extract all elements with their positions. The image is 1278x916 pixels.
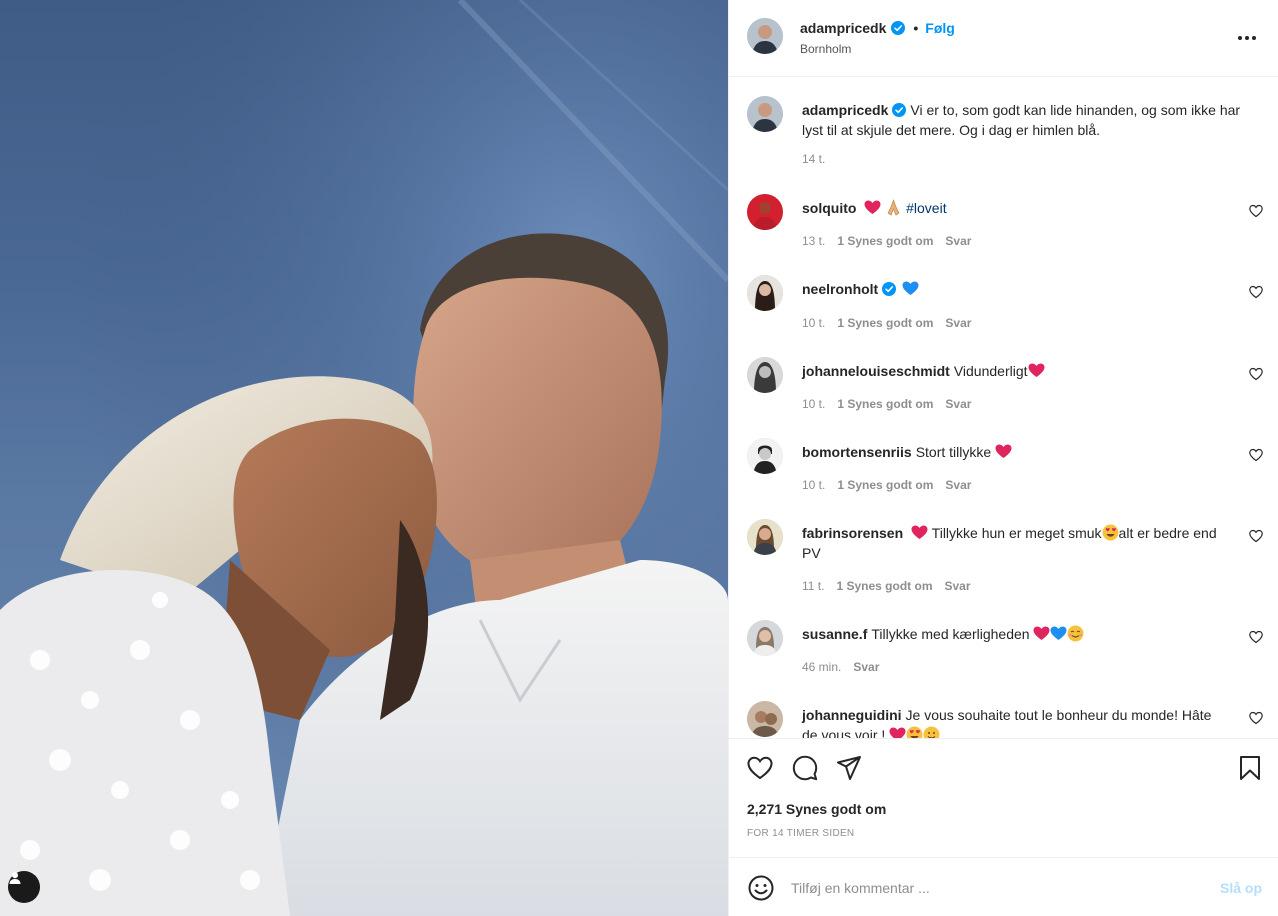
comment-time[interactable]: 10 t. [802, 478, 825, 492]
heart-icon[interactable] [747, 755, 773, 781]
comment-text: Stort tillykke [915, 444, 992, 460]
red-heart-emoji [995, 444, 1012, 458]
commenter-avatar[interactable] [747, 519, 783, 555]
comment-hashtag[interactable]: #loveit [906, 200, 946, 216]
reply-button[interactable]: Svar [945, 316, 971, 330]
likes-count[interactable]: 2,271 Synes godt om [747, 801, 886, 817]
share-icon[interactable] [836, 755, 862, 781]
post-comment-button[interactable]: Slå op [1220, 880, 1262, 896]
tagged-users-button[interactable] [8, 871, 40, 903]
more-options-icon[interactable] [1235, 26, 1259, 50]
red-heart-emoji [864, 200, 881, 214]
comment-time[interactable]: 10 t. [802, 397, 825, 411]
commenter-avatar[interactable] [747, 357, 783, 393]
caption-time[interactable]: 14 t. [802, 152, 825, 166]
comment-like-icon[interactable] [1249, 711, 1263, 725]
author-avatar[interactable] [747, 96, 783, 132]
author-avatar[interactable] [747, 18, 783, 54]
verified-badge-icon [891, 21, 906, 35]
praying-hands-emoji [887, 199, 900, 216]
comment-time[interactable]: 10 t. [802, 316, 825, 330]
heart-eyes-emoji [1102, 524, 1119, 541]
comment-likes[interactable]: 1 Synes godt om [837, 316, 933, 330]
posted-time[interactable]: FOR 14 TIMER SIDEN [747, 828, 854, 839]
comment-text: Vidunderligt [953, 363, 1028, 379]
red-heart-emoji [911, 525, 928, 539]
bookmark-icon[interactable] [1237, 755, 1263, 781]
comment-likes[interactable]: 1 Synes godt om [837, 397, 933, 411]
post-photo[interactable] [0, 0, 728, 916]
commenter-avatar[interactable] [747, 275, 783, 311]
red-heart-emoji [889, 727, 906, 738]
photo-illustration [0, 0, 728, 916]
comment-time[interactable]: 46 min. [802, 660, 841, 674]
blue-heart-emoji [1050, 626, 1067, 640]
red-heart-emoji [1033, 626, 1050, 640]
post-details-panel: adampricedk • Følg Bornholm adampricedk V… [728, 0, 1278, 916]
heart-eyes-emoji [906, 726, 923, 738]
commenter-avatar[interactable] [747, 438, 783, 474]
comment-text: Tillykke hun er meget smuk [931, 525, 1102, 541]
comment-like-icon[interactable] [1249, 448, 1263, 462]
reply-button[interactable]: Svar [945, 234, 971, 248]
comment-like-icon[interactable] [1249, 529, 1263, 543]
separator-dot: • [913, 20, 919, 36]
reply-button[interactable]: Svar [945, 397, 971, 411]
commenter-avatar[interactable] [747, 620, 783, 656]
comment-icon[interactable] [792, 755, 818, 781]
comment-username[interactable]: johannelouiseschmidt [802, 363, 950, 379]
reply-button[interactable]: Svar [945, 579, 971, 593]
blue-heart-emoji [902, 281, 919, 295]
comment-time[interactable]: 13 t. [802, 234, 825, 248]
post-actions: 2,271 Synes godt om FOR 14 TIMER SIDEN [729, 738, 1278, 857]
comments-list[interactable]: adampricedk Vi er to, som godt kan lide h… [729, 78, 1278, 738]
comment-like-icon[interactable] [1249, 367, 1263, 381]
reply-button[interactable]: Svar [945, 478, 971, 492]
comment-likes[interactable]: 1 Synes godt om [837, 234, 933, 248]
emoji-icon[interactable] [748, 875, 774, 901]
comment-like-icon[interactable] [1249, 630, 1263, 644]
add-comment-bar: Slå op [729, 857, 1278, 916]
comment-likes[interactable]: 1 Synes godt om [837, 478, 933, 492]
verified-badge-icon [882, 282, 897, 296]
comment-likes[interactable]: 1 Synes godt om [836, 579, 932, 593]
comment-username[interactable]: susanne.f [802, 626, 867, 642]
smiling-face-emoji [923, 726, 940, 738]
author-username[interactable]: adampricedk [800, 20, 886, 36]
commenter-avatar[interactable] [747, 701, 783, 737]
caption-username[interactable]: adampricedk [802, 102, 888, 118]
comment-input[interactable] [791, 875, 1191, 901]
comment-username[interactable]: fabrinsorensen [802, 525, 903, 541]
comment-like-icon[interactable] [1249, 204, 1263, 218]
comment-username[interactable]: solquito [802, 200, 856, 216]
reply-button[interactable]: Svar [853, 660, 879, 674]
post-location[interactable]: Bornholm [800, 42, 851, 56]
user-icon [9, 872, 21, 884]
comment-username[interactable]: johanneguidini [802, 707, 902, 723]
smiling-hearts-emoji [1067, 625, 1084, 642]
commenter-avatar[interactable] [747, 194, 783, 230]
post-header: adampricedk • Følg Bornholm [729, 0, 1278, 77]
red-heart-emoji [1028, 363, 1044, 377]
comment-username[interactable]: neelronholt [802, 281, 878, 297]
verified-badge-icon [892, 103, 907, 117]
comment-like-icon[interactable] [1249, 285, 1263, 299]
follow-button[interactable]: Følg [925, 20, 955, 36]
comment-username[interactable]: bomortensenriis [802, 444, 912, 460]
comment-time[interactable]: 11 t. [802, 579, 824, 593]
comment-text: Tillykke med kærligheden [871, 626, 1030, 642]
